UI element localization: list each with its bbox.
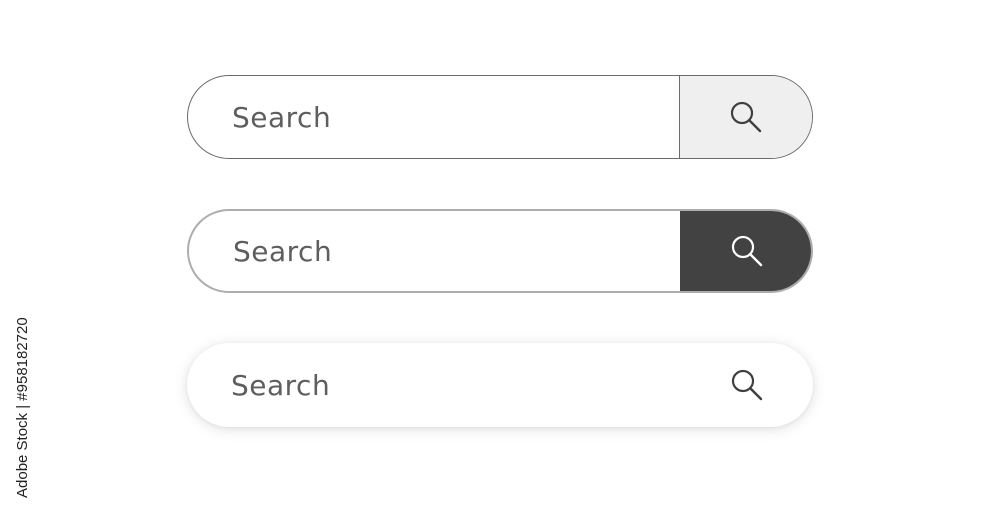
search-bar-dark-button[interactable]: Search (187, 209, 813, 293)
search-icon (731, 235, 762, 267)
search-button[interactable] (680, 211, 811, 291)
search-button[interactable] (680, 343, 813, 427)
search-icon (730, 101, 762, 133)
search-button[interactable] (679, 76, 812, 158)
stock-watermark: Adobe Stock | #958182720 (12, 270, 32, 500)
search-icon (731, 369, 762, 401)
search-bar-outlined[interactable]: Search (187, 75, 813, 159)
stock-watermark-text: Adobe Stock | #958182720 (14, 317, 31, 498)
search-bar-shadow[interactable]: Search (187, 343, 813, 427)
